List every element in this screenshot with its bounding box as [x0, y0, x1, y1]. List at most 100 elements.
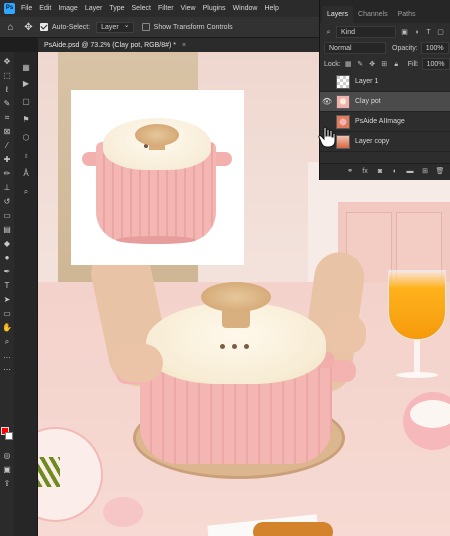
eraser-icon[interactable]: ▭: [1, 210, 13, 221]
menu-plugins[interactable]: Plugins: [203, 5, 226, 12]
filter-kind-dropdown[interactable]: Kind: [336, 26, 396, 38]
blur-icon[interactable]: ◆: [1, 238, 13, 249]
cube-icon[interactable]: ⬡: [19, 132, 33, 144]
blend-mode-dropdown[interactable]: Normal: [324, 42, 386, 54]
fx-icon[interactable]: fx: [360, 167, 370, 177]
marquee-icon[interactable]: ⬚: [1, 70, 13, 81]
layer-row[interactable]: Layer 1: [320, 72, 450, 92]
filter-type-icon[interactable]: T: [424, 28, 433, 37]
layer-name: Layer copy: [355, 138, 390, 145]
auto-select-label: Auto-Select:: [52, 23, 91, 31]
edit-toolbar-icon[interactable]: ⋯: [1, 364, 13, 375]
auto-select-dropdown[interactable]: Layer: [96, 21, 134, 33]
crop-icon[interactable]: ⌗: [1, 112, 13, 123]
menu-type[interactable]: Type: [109, 5, 124, 12]
move-tool-icon[interactable]: ✥: [22, 21, 35, 34]
filter-shape-icon[interactable]: ▢: [436, 28, 445, 37]
search-layers-icon[interactable]: ⌕: [19, 186, 33, 198]
type-icon[interactable]: T: [1, 280, 13, 291]
close-tab-icon[interactable]: ×: [182, 42, 186, 49]
eye-icon[interactable]: 👁︎: [320, 92, 334, 112]
lid-vent: [220, 344, 225, 349]
menu-image[interactable]: Image: [58, 5, 77, 12]
blend-row: Normal Opacity: 100%: [320, 40, 450, 56]
glass-stem: [414, 340, 420, 374]
flag-icon[interactable]: ⚑: [19, 114, 33, 126]
dodge-icon[interactable]: ●: [1, 252, 13, 263]
filter-pixel-icon[interactable]: ▣: [400, 28, 409, 37]
bowl-contents: [410, 400, 450, 428]
visibility-toggle[interactable]: [320, 72, 334, 92]
screen-mode-icon[interactable]: ▣: [1, 464, 13, 475]
quick-select-icon[interactable]: ✎: [1, 98, 13, 109]
frame-icon[interactable]: ⊠: [1, 126, 13, 137]
menu-select[interactable]: Select: [132, 5, 151, 12]
layer-row-selected[interactable]: 👁︎ Clay pot: [320, 92, 450, 112]
rectangle-icon[interactable]: ▭: [1, 308, 13, 319]
home-icon[interactable]: ⌂: [4, 21, 17, 34]
auto-select-checkbox[interactable]: [40, 23, 48, 31]
menu-view[interactable]: View: [181, 5, 196, 12]
clay-pot-layer-image[interactable]: [71, 90, 244, 265]
more-tools-icon[interactable]: …: [1, 350, 13, 361]
photoshop-logo[interactable]: Ps: [4, 3, 15, 14]
lock-pixels-icon[interactable]: ✎: [356, 60, 365, 69]
tab-paths[interactable]: Paths: [393, 6, 421, 23]
selection-icon[interactable]: ▦: [19, 62, 33, 74]
layer-thumbnail: [336, 114, 350, 129]
tab-layers[interactable]: Layers: [322, 6, 354, 23]
history-brush-icon[interactable]: ↺: [1, 196, 13, 207]
document-tab[interactable]: PsAide.psd @ 73.2% (Clay pot, RGB/8#) * …: [38, 38, 320, 52]
layer-thumbnail: [336, 134, 350, 149]
stamp-icon[interactable]: ⊥: [1, 182, 13, 193]
aide-plugin-icon[interactable]: Å: [19, 168, 33, 180]
menu-file[interactable]: File: [21, 5, 32, 12]
lasso-icon[interactable]: ℓ: [1, 84, 13, 95]
quick-mask-icon[interactable]: ◎: [1, 450, 13, 461]
layer-row[interactable]: PsAide AIImage: [320, 112, 450, 132]
lock-transparent-icon[interactable]: ▦: [344, 60, 353, 69]
move-icon[interactable]: ✥: [1, 56, 13, 67]
adjustment-icon[interactable]: ◐: [390, 167, 400, 177]
pen-icon[interactable]: ✒: [1, 266, 13, 277]
lock-artboard-icon[interactable]: ⊞: [380, 60, 389, 69]
menu-layer[interactable]: Layer: [85, 5, 103, 12]
healing-icon[interactable]: ✚: [1, 154, 13, 165]
stamp-icon-alt[interactable]: ♁: [19, 150, 33, 162]
fill-field[interactable]: 100%: [421, 58, 450, 70]
zoom-icon[interactable]: ⌕: [1, 336, 13, 347]
lock-all-icon[interactable]: 🔒︎: [392, 60, 401, 69]
eyedropper-icon[interactable]: ⁄: [1, 140, 13, 151]
filter-adjust-icon[interactable]: ◑: [412, 28, 421, 37]
play-icon[interactable]: ▶: [19, 78, 33, 90]
gradient-icon[interactable]: ▤: [1, 224, 13, 235]
lock-position-icon[interactable]: ✥: [368, 60, 377, 69]
layer-name: Layer 1: [355, 78, 379, 85]
trash-icon[interactable]: 🗑︎: [435, 167, 445, 177]
fried-food: [253, 522, 333, 536]
background-color-swatch[interactable]: [5, 432, 13, 440]
show-transform-checkbox[interactable]: [141, 23, 150, 31]
pink-spoon: [103, 497, 143, 527]
frame-icon-alt[interactable]: ▢: [19, 96, 33, 108]
hand-icon[interactable]: ✋: [1, 322, 13, 333]
opacity-field[interactable]: 100%: [420, 42, 449, 54]
brush-icon[interactable]: ✏: [1, 168, 13, 179]
hand-cursor-icon: [318, 126, 336, 148]
mask-icon[interactable]: ◙: [375, 167, 385, 177]
layer-row[interactable]: Layer copy: [320, 132, 450, 152]
menu-edit[interactable]: Edit: [39, 5, 51, 12]
share-icon[interactable]: ⇪: [1, 478, 13, 489]
tab-channels[interactable]: Channels: [353, 6, 393, 23]
layer-thumbnail: [336, 74, 350, 89]
path-select-icon[interactable]: ➤: [1, 294, 13, 305]
menu-window[interactable]: Window: [233, 5, 258, 12]
lock-row: Lock: ▦ ✎ ✥ ⊞ 🔒︎ Fill: 100%: [320, 56, 450, 72]
right-hand: [326, 314, 366, 354]
folder-icon[interactable]: ▬: [405, 167, 415, 177]
menu-help[interactable]: Help: [264, 5, 278, 12]
lid-vent: [232, 344, 237, 349]
new-layer-icon[interactable]: ⊞: [420, 167, 430, 177]
link-icon[interactable]: ⚭: [345, 167, 355, 177]
menu-filter[interactable]: Filter: [158, 5, 174, 12]
